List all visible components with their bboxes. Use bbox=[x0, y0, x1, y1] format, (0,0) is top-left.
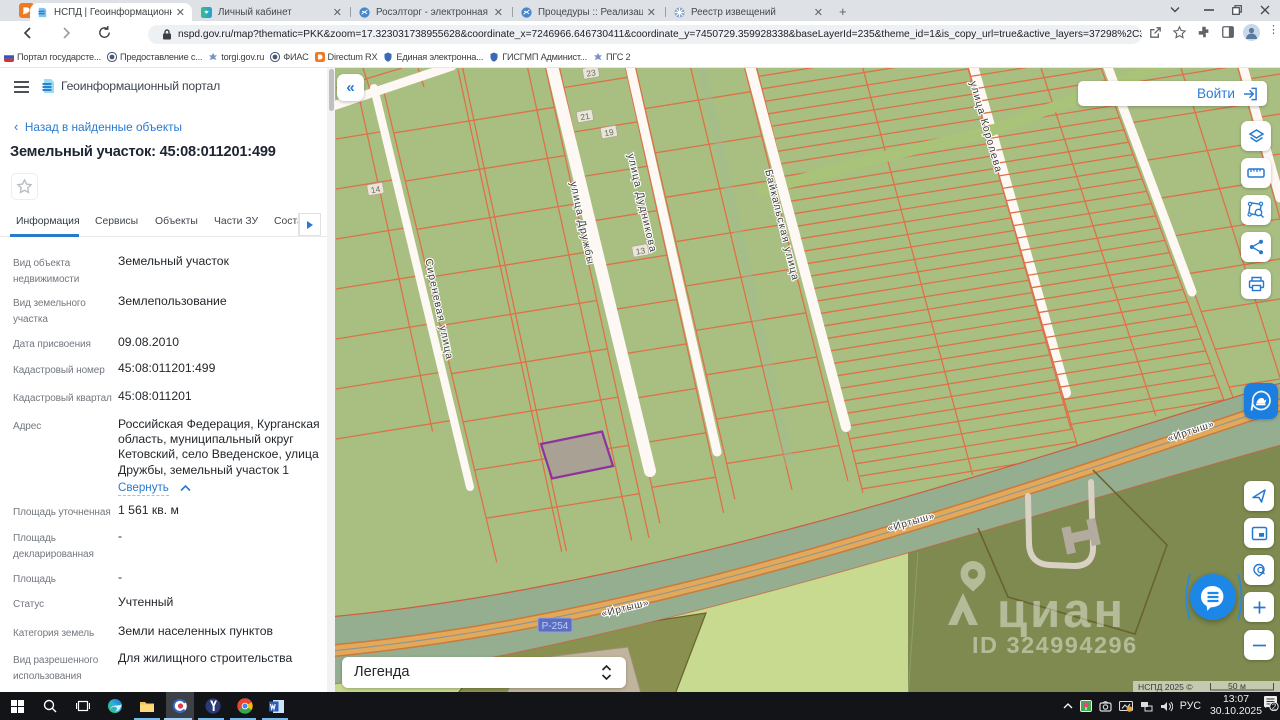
svg-text:14: 14 bbox=[370, 184, 381, 196]
svg-text:2: 2 bbox=[1272, 702, 1277, 711]
svg-text:23: 23 bbox=[585, 68, 596, 79]
svg-text:19: 19 bbox=[603, 127, 614, 139]
svg-text:ID 324994296: ID 324994296 bbox=[972, 632, 1138, 658]
svg-text:циан: циан bbox=[997, 584, 1126, 638]
svg-text:Р-254: Р-254 bbox=[542, 621, 569, 632]
svg-text:21: 21 bbox=[579, 111, 590, 123]
svg-text:13: 13 bbox=[635, 245, 646, 257]
